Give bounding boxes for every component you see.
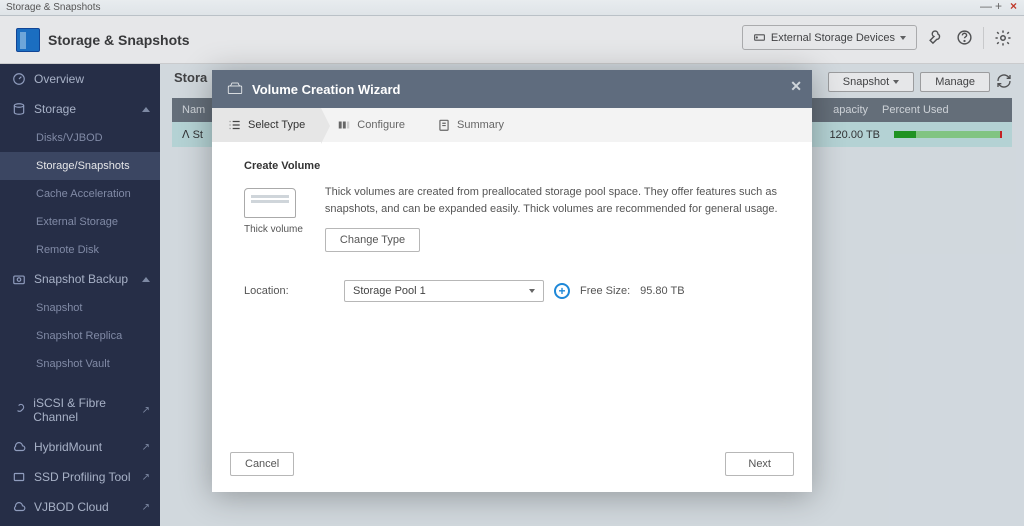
list-icon bbox=[228, 118, 242, 132]
step-configure[interactable]: Configure bbox=[321, 108, 421, 142]
maximize-button[interactable]: + bbox=[995, 1, 1005, 11]
modal-close-button[interactable]: ✕ bbox=[790, 78, 802, 95]
step-summary[interactable]: Summary bbox=[421, 108, 520, 142]
step-select-type[interactable]: Select Type bbox=[212, 108, 321, 142]
free-size-value: 95.80 TB bbox=[640, 285, 684, 297]
cancel-button[interactable]: Cancel bbox=[230, 452, 294, 476]
next-button[interactable]: Next bbox=[725, 452, 794, 476]
window-title: Storage & Snapshots bbox=[6, 2, 101, 13]
section-title: Create Volume bbox=[244, 160, 780, 172]
free-size-label: Free Size: bbox=[580, 285, 630, 297]
modal-body: Create Volume Thick volume Thick volumes… bbox=[212, 142, 812, 442]
wizard-steps: Select Type Configure Summary bbox=[212, 108, 812, 142]
volume-wizard-modal: Volume Creation Wizard ✕ Select Type Con… bbox=[212, 70, 812, 492]
volume-type-description: Thick volumes are created from prealloca… bbox=[325, 184, 780, 218]
drive-icon bbox=[226, 80, 244, 98]
volume-type-label: Thick volume bbox=[244, 224, 303, 235]
minimize-button[interactable]: — bbox=[980, 1, 990, 11]
caret-down-icon bbox=[529, 289, 535, 293]
modal-title-bar: Volume Creation Wizard ✕ bbox=[212, 70, 812, 108]
clipboard-icon bbox=[437, 118, 451, 132]
volume-type-icon bbox=[244, 188, 296, 218]
location-value: Storage Pool 1 bbox=[353, 285, 426, 297]
location-select[interactable]: Storage Pool 1 bbox=[344, 280, 544, 302]
modal-title: Volume Creation Wizard bbox=[252, 82, 400, 97]
window-title-bar: Storage & Snapshots — + × bbox=[0, 0, 1024, 16]
add-pool-button[interactable]: + bbox=[554, 283, 570, 299]
sliders-icon bbox=[337, 118, 351, 132]
modal-overlay: Volume Creation Wizard ✕ Select Type Con… bbox=[0, 16, 1024, 526]
modal-footer: Cancel Next bbox=[212, 442, 812, 492]
close-button[interactable]: × bbox=[1010, 1, 1020, 11]
location-label: Location: bbox=[244, 285, 344, 297]
change-type-button[interactable]: Change Type bbox=[325, 228, 420, 252]
